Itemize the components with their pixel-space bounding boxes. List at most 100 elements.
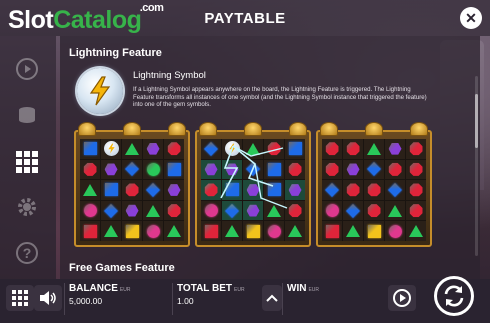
reel-cell: [201, 221, 221, 241]
pink-round-gem-icon: [204, 204, 218, 218]
reel-cell: [406, 139, 426, 159]
red-octagon-gem-icon: [388, 162, 402, 176]
blue-diamond-gem-icon: [366, 162, 382, 177]
blue-diamond-gem-icon: [124, 162, 140, 177]
green-triangle-gem-icon: [225, 225, 239, 238]
reel-cell: [264, 159, 284, 180]
yellow-square-gem-icon: [125, 224, 139, 238]
reel-cell: [101, 159, 121, 180]
reel-cell: [264, 200, 284, 221]
win-label: WIN EUR: [287, 283, 320, 294]
settings-gear-icon[interactable]: [14, 194, 40, 220]
purple-hexagon-gem-icon: [204, 163, 218, 176]
reel-cell: [122, 200, 142, 221]
reel-cell: [243, 180, 263, 200]
red-octagon-gem-icon: [267, 142, 281, 156]
red-octagon-gem-icon: [325, 142, 339, 156]
reel-cell: [243, 200, 263, 221]
reel-cell: [143, 139, 163, 159]
left-rail: ?: [0, 36, 56, 279]
red-octagon-gem-icon: [409, 183, 423, 197]
pink-round-gem-icon: [325, 204, 339, 218]
autoplay-button[interactable]: [388, 285, 416, 311]
speaker-icon: [40, 291, 56, 305]
reel-cell: [243, 139, 263, 159]
reel-cell: [201, 200, 221, 221]
green-triangle-gem-icon: [104, 225, 118, 238]
sound-button[interactable]: [34, 285, 62, 311]
reel-cell: [80, 180, 100, 200]
blue-diamond-gem-icon: [324, 182, 340, 198]
red-square-gem-icon: [204, 224, 218, 238]
reel-cell: [264, 139, 284, 159]
purple-hexagon-gem-icon: [104, 163, 118, 176]
blue-square-gem-icon: [288, 142, 302, 156]
coins-icon[interactable]: [14, 102, 40, 128]
reel-cell: [222, 159, 242, 180]
green-triangle-gem-icon: [125, 142, 139, 155]
purple-hexagon-gem-icon: [167, 184, 181, 196]
reel-cell: [322, 180, 342, 200]
lightning-symbol-icon: [77, 68, 123, 114]
reel-grid: [322, 139, 426, 241]
reel-example-2: [195, 122, 311, 247]
reel-cell: [80, 221, 100, 241]
paytable-grid-icon[interactable]: [14, 149, 40, 175]
purple-hexagon-gem-icon: [246, 204, 260, 217]
reel-cell: [285, 139, 305, 159]
reel-cell: [222, 139, 242, 159]
bet-up-button[interactable]: [262, 285, 282, 311]
spin-button[interactable]: [434, 276, 474, 316]
scrollbar-thumb[interactable]: [475, 94, 478, 148]
reel-cell: [322, 221, 342, 241]
blue-square-gem-icon: [225, 183, 239, 197]
autoplay-icon: [393, 289, 411, 307]
free-games-feature-title: Free Games Feature: [69, 262, 175, 274]
blue-square-gem-icon: [83, 142, 97, 156]
green-triangle-gem-icon: [288, 225, 302, 238]
red-octagon-gem-icon: [288, 204, 302, 218]
red-octagon-gem-icon: [167, 142, 181, 156]
reel-cell: [285, 221, 305, 241]
reel-cell: [143, 221, 163, 241]
lightning-symbol-name: Lightning Symbol: [133, 70, 206, 81]
close-button[interactable]: ✕: [460, 7, 482, 29]
reel-cell: [201, 139, 221, 159]
help-question-icon[interactable]: ?: [14, 240, 40, 266]
reel-cell: [343, 200, 363, 221]
reel-cell: [101, 200, 121, 221]
pink-round-gem-icon: [388, 224, 402, 238]
reel-cell: [364, 221, 384, 241]
blue-diamond-gem-icon: [145, 182, 161, 198]
reel-cell: [80, 159, 100, 180]
yellow-square-gem-icon: [246, 224, 260, 238]
reel-cell: [364, 159, 384, 180]
reel-cell: [222, 200, 242, 221]
reel-cell: [80, 139, 100, 159]
green-triangle-gem-icon: [388, 204, 402, 217]
balance-label: BALANCE EUR: [69, 283, 131, 294]
yellow-square-gem-icon: [367, 224, 381, 238]
reel-cell: [264, 221, 284, 241]
reel-example-3: [316, 122, 432, 247]
purple-hexagon-gem-icon: [225, 163, 239, 176]
reel-cell: [101, 221, 121, 241]
green-triangle-gem-icon: [267, 204, 281, 217]
red-square-gem-icon: [83, 224, 97, 238]
menu-button[interactable]: [6, 285, 34, 311]
green-triangle-gem-icon: [346, 225, 360, 238]
reel-cell: [143, 180, 163, 200]
reel-cell: [143, 159, 163, 180]
purple-hexagon-gem-icon: [125, 204, 139, 217]
lightning-symbol-icon: [103, 141, 119, 157]
reel-cell: [101, 180, 121, 200]
header-bar: SlotCatalog .com PAYTABLE ✕: [0, 0, 490, 36]
reel-cell: [243, 159, 263, 180]
reel-cell: [285, 159, 305, 180]
reel-cell: [364, 200, 384, 221]
blue-diamond-gem-icon: [103, 203, 119, 218]
autoplay-icon[interactable]: [14, 56, 40, 82]
purple-hexagon-gem-icon: [246, 184, 260, 196]
reel-cell: [80, 200, 100, 221]
green-triangle-gem-icon: [367, 142, 381, 155]
